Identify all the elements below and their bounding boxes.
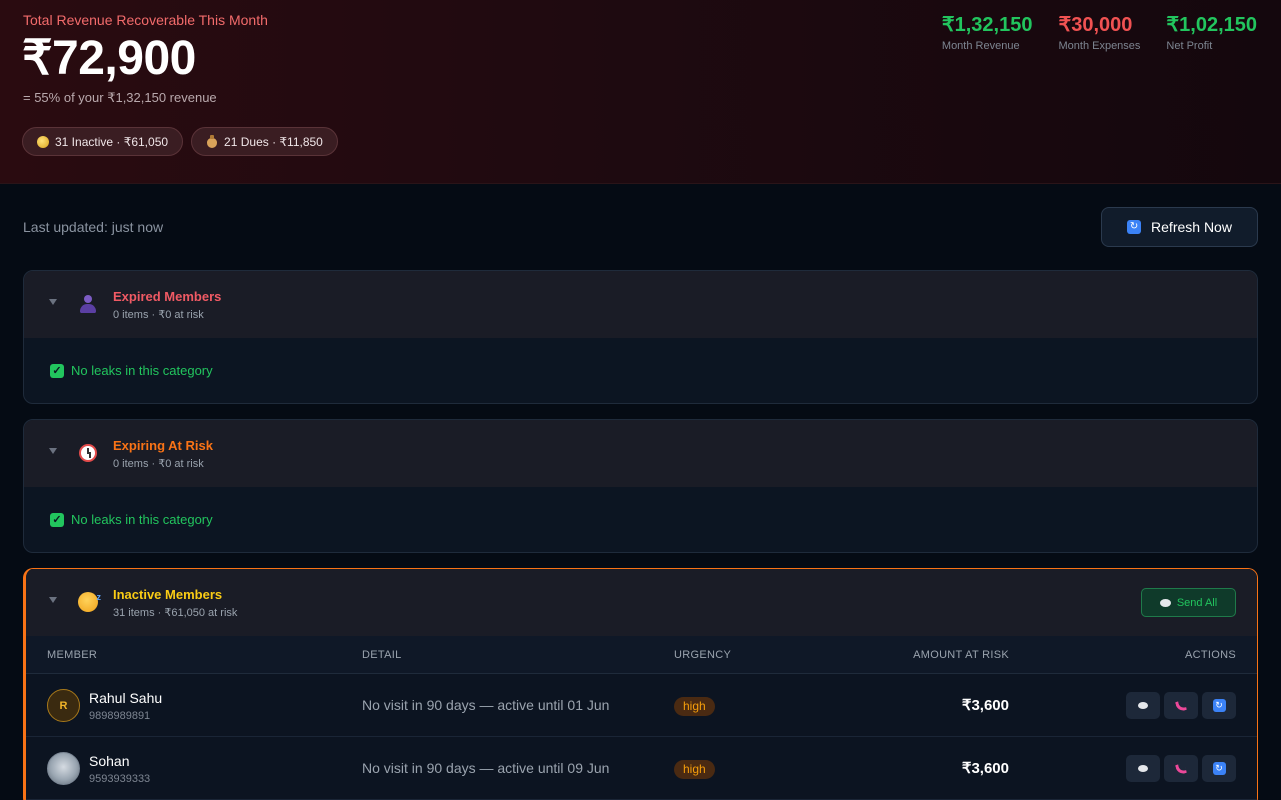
dues-chip-label: 21 Dues · ₹11,850 <box>224 134 323 149</box>
stat-value: ₹1,32,150 <box>941 14 1033 36</box>
member-phone: 9898989891 <box>89 710 151 722</box>
section-title: Inactive Members <box>113 587 223 602</box>
empty-state: ✓ No leaks in this category <box>50 512 213 527</box>
phone-icon <box>1175 762 1187 775</box>
table-header: MEMBER DETAIL URGENCY AMOUNT AT RISK ACT… <box>26 636 1257 674</box>
collapse-caret-icon[interactable] <box>49 448 57 454</box>
stat-label: Month Revenue <box>941 40 1020 52</box>
refresh-button[interactable]: ↻ Refresh Now <box>1101 207 1258 247</box>
stat-month-revenue: ₹1,32,150 Month Revenue <box>942 12 1033 52</box>
chat-bubble-icon <box>1159 598 1171 607</box>
revenue-hero: Total Revenue Recoverable This Month ₹72… <box>0 0 1281 184</box>
send-all-button[interactable]: Send All <box>1141 588 1236 617</box>
section-meta: 31 items · ₹61,050 at risk <box>113 607 238 619</box>
col-urgency: URGENCY <box>674 649 732 661</box>
col-detail: DETAIL <box>362 649 402 661</box>
phone-icon <box>1175 699 1187 712</box>
check-icon: ✓ <box>50 512 64 527</box>
call-button[interactable] <box>1164 755 1198 782</box>
col-actions: ACTIONS <box>1185 649 1236 661</box>
sleeping-face-icon <box>77 586 101 613</box>
refresh-icon: ↻ <box>1212 762 1226 775</box>
message-button[interactable] <box>1126 692 1160 719</box>
section-meta: 0 items · ₹0 at risk <box>113 309 204 321</box>
member-name: Rahul Sahu <box>89 690 163 706</box>
stat-value: ₹30,000 <box>1058 14 1133 36</box>
money-bag-icon <box>206 135 218 148</box>
row-actions: ↻ <box>1126 755 1236 782</box>
amount-at-risk: ₹3,600 <box>961 760 1009 777</box>
section-header[interactable]: Inactive Members 31 items · ₹61,050 at r… <box>26 569 1257 636</box>
recoverable-amount: ₹72,900 <box>22 32 196 85</box>
stat-value: ₹1,02,150 <box>1166 14 1257 36</box>
hero-label: Total Revenue Recoverable This Month <box>23 12 268 28</box>
summary-chips: 31 Inactive · ₹61,050 21 Dues · ₹11,850 <box>22 127 338 156</box>
person-icon <box>77 293 99 315</box>
section-body: ✓ No leaks in this category <box>24 487 1257 552</box>
stat-label: Net Profit <box>1166 40 1213 52</box>
inactive-chip[interactable]: 31 Inactive · ₹61,050 <box>22 127 184 156</box>
coin-icon <box>37 135 49 148</box>
collapse-caret-icon[interactable] <box>49 597 57 603</box>
dues-chip[interactable]: 21 Dues · ₹11,850 <box>191 127 338 156</box>
refresh-icon: ↻ <box>1212 699 1226 712</box>
message-button[interactable] <box>1126 755 1160 782</box>
table-row[interactable]: R Rahul Sahu 9898989891 No visit in 90 d… <box>26 674 1257 737</box>
chat-bubble-icon <box>1138 702 1148 709</box>
avatar: R <box>47 689 80 722</box>
urgency-badge: high <box>674 697 715 716</box>
col-member: MEMBER <box>47 649 98 661</box>
call-button[interactable] <box>1164 692 1198 719</box>
empty-state: ✓ No leaks in this category <box>50 363 213 378</box>
renew-button[interactable]: ↻ <box>1202 692 1236 719</box>
member-name: Sohan <box>89 753 130 769</box>
member-phone: 9593939333 <box>89 773 151 785</box>
row-detail: No visit in 90 days — active until 01 Ju… <box>362 697 610 713</box>
collapse-caret-icon[interactable] <box>49 299 57 305</box>
renew-button[interactable]: ↻ <box>1202 755 1236 782</box>
section-body: ✓ No leaks in this category <box>24 338 1257 403</box>
check-icon: ✓ <box>50 363 64 378</box>
section-header[interactable]: Expiring At Risk 0 items · ₹0 at risk <box>24 420 1257 487</box>
section-title: Expired Members <box>113 289 222 304</box>
last-updated: Last updated: just now <box>23 219 164 235</box>
table-row[interactable]: Sohan 9593939333 No visit in 90 days — a… <box>26 737 1257 800</box>
empty-state-text: No leaks in this category <box>71 363 213 378</box>
section-header[interactable]: Expired Members 0 items · ₹0 at risk <box>24 271 1257 338</box>
stat-net-profit: ₹1,02,150 Net Profit <box>1166 12 1257 52</box>
stat-month-expenses: ₹30,000 Month Expenses <box>1058 12 1140 52</box>
urgency-badge: high <box>674 760 715 779</box>
avatar <box>47 752 80 785</box>
empty-state-text: No leaks in this category <box>71 512 213 527</box>
section-expiring-at-risk: Expiring At Risk 0 items · ₹0 at risk ✓ … <box>23 419 1258 553</box>
send-all-label: Send All <box>1176 596 1218 609</box>
alarm-clock-icon <box>77 442 99 464</box>
row-detail: No visit in 90 days — active until 09 Ju… <box>362 760 610 776</box>
amount-at-risk: ₹3,600 <box>961 697 1009 714</box>
chat-bubble-icon <box>1138 765 1148 772</box>
hero-subtitle: = 55% of your ₹1,32,150 revenue <box>23 90 217 105</box>
col-amount: AMOUNT AT RISK <box>913 649 1009 661</box>
stat-label: Month Expenses <box>1058 40 1141 52</box>
section-meta: 0 items · ₹0 at risk <box>113 458 204 470</box>
month-stats: ₹1,32,150 Month Revenue ₹30,000 Month Ex… <box>942 12 1257 52</box>
refresh-icon: ↻ <box>1127 220 1142 234</box>
refresh-button-label: Refresh Now <box>1151 219 1232 235</box>
section-inactive-members: Inactive Members 31 items · ₹61,050 at r… <box>23 568 1258 800</box>
section-title: Expiring At Risk <box>113 438 213 453</box>
section-expired-members: Expired Members 0 items · ₹0 at risk ✓ N… <box>23 270 1258 404</box>
inactive-chip-label: 31 Inactive · ₹61,050 <box>55 134 169 149</box>
row-actions: ↻ <box>1126 692 1236 719</box>
